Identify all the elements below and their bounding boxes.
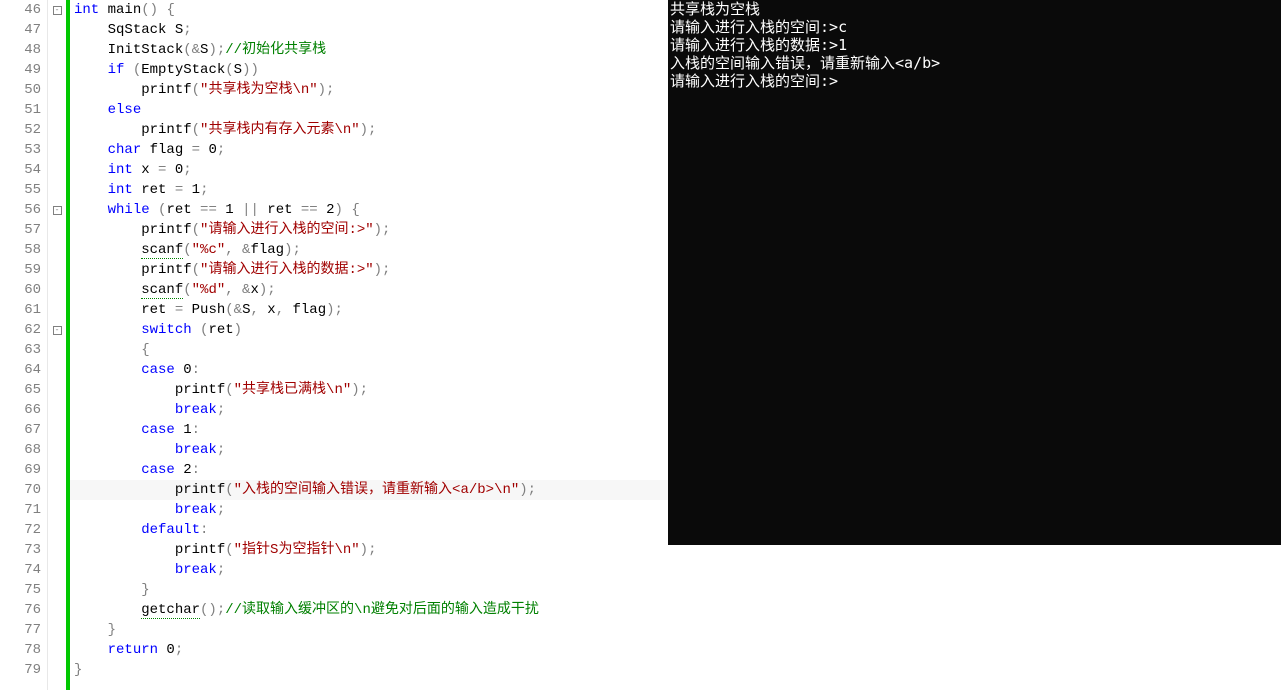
code-line[interactable]: printf("共享栈内有存入元素\n"); xyxy=(74,120,668,140)
code-line[interactable]: case 1: xyxy=(74,420,668,440)
code-line[interactable]: int ret = 1; xyxy=(74,180,668,200)
line-number: 74 xyxy=(0,560,41,580)
console-line: 入栈的空间输入错误，请重新输入<a/b> xyxy=(670,54,1279,72)
code-line[interactable]: getchar();//读取输入缓冲区的\n避免对后面的输入造成干扰 xyxy=(74,600,668,620)
fold-toggle-icon[interactable]: - xyxy=(53,6,62,15)
code-editor-pane[interactable]: 4647484950515253545556575859606162636465… xyxy=(0,0,668,690)
line-number: 57 xyxy=(0,220,41,240)
line-number: 52 xyxy=(0,120,41,140)
console-output[interactable]: 共享栈为空栈请输入进行入栈的空间:>c请输入进行入栈的数据:>1入栈的空间输入错… xyxy=(668,0,1281,545)
console-line: 请输入进行入栈的数据:>1 xyxy=(670,36,1279,54)
line-number: 66 xyxy=(0,400,41,420)
code-line[interactable]: } xyxy=(74,660,668,680)
code-line[interactable]: default: xyxy=(74,520,668,540)
code-line[interactable]: } xyxy=(74,620,668,640)
code-line[interactable]: printf("指针S为空指针\n"); xyxy=(74,540,668,560)
code-line[interactable]: } xyxy=(74,580,668,600)
code-line[interactable]: scanf("%c", &flag); xyxy=(74,240,668,260)
code-line[interactable]: printf("入栈的空间输入错误，请重新输入<a/b>\n"); xyxy=(70,480,668,500)
fold-toggle-icon[interactable]: - xyxy=(53,206,62,215)
code-line[interactable]: printf("请输入进行入栈的空间:>"); xyxy=(74,220,668,240)
line-number: 78 xyxy=(0,640,41,660)
fold-toggle-icon[interactable]: - xyxy=(53,326,62,335)
code-line[interactable]: printf("共享栈已满栈\n"); xyxy=(74,380,668,400)
code-line[interactable]: return 0; xyxy=(74,640,668,660)
code-line[interactable]: int main() { xyxy=(74,0,668,20)
code-line[interactable]: else xyxy=(74,100,668,120)
code-line[interactable]: ret = Push(&S, x, flag); xyxy=(74,300,668,320)
line-number: 59 xyxy=(0,260,41,280)
line-number-gutter: 4647484950515253545556575859606162636465… xyxy=(0,0,48,690)
line-number: 79 xyxy=(0,660,41,680)
line-number: 75 xyxy=(0,580,41,600)
line-number: 48 xyxy=(0,40,41,60)
line-number: 56 xyxy=(0,200,41,220)
code-line[interactable]: scanf("%d", &x); xyxy=(74,280,668,300)
code-line[interactable]: printf("共享栈为空栈\n"); xyxy=(74,80,668,100)
line-number: 62 xyxy=(0,320,41,340)
code-line[interactable]: while (ret == 1 || ret == 2) { xyxy=(74,200,668,220)
fold-column[interactable]: - - - xyxy=(48,0,66,690)
line-number: 71 xyxy=(0,500,41,520)
code-line[interactable]: int x = 0; xyxy=(74,160,668,180)
code-line[interactable]: break; xyxy=(74,500,668,520)
code-line[interactable]: if (EmptyStack(S)) xyxy=(74,60,668,80)
code-line[interactable]: break; xyxy=(74,400,668,420)
code-line[interactable]: break; xyxy=(74,560,668,580)
line-number: 70 xyxy=(0,480,41,500)
line-number: 55 xyxy=(0,180,41,200)
console-line: 请输入进行入栈的空间:>c xyxy=(670,18,1279,36)
line-number: 67 xyxy=(0,420,41,440)
code-line[interactable]: printf("请输入进行入栈的数据:>"); xyxy=(74,260,668,280)
line-number: 46 xyxy=(0,0,41,20)
line-number: 63 xyxy=(0,340,41,360)
line-number: 68 xyxy=(0,440,41,460)
line-number: 72 xyxy=(0,520,41,540)
line-number: 65 xyxy=(0,380,41,400)
code-line[interactable]: char flag = 0; xyxy=(74,140,668,160)
console-line: 请输入进行入栈的空间:> xyxy=(670,72,1279,90)
code-line[interactable]: break; xyxy=(74,440,668,460)
line-number: 51 xyxy=(0,100,41,120)
line-number: 64 xyxy=(0,360,41,380)
line-number: 60 xyxy=(0,280,41,300)
code-line[interactable]: { xyxy=(74,340,668,360)
line-number: 61 xyxy=(0,300,41,320)
line-number: 77 xyxy=(0,620,41,640)
line-number: 50 xyxy=(0,80,41,100)
line-number: 69 xyxy=(0,460,41,480)
line-number: 58 xyxy=(0,240,41,260)
line-number: 53 xyxy=(0,140,41,160)
code-line[interactable]: switch (ret) xyxy=(74,320,668,340)
console-line: 共享栈为空栈 xyxy=(670,0,1279,18)
code-line[interactable]: InitStack(&S);//初始化共享栈 xyxy=(74,40,668,60)
code-line[interactable]: case 2: xyxy=(74,460,668,480)
code-area[interactable]: int main() { SqStack S; InitStack(&S);//… xyxy=(70,0,668,690)
line-number: 76 xyxy=(0,600,41,620)
code-line[interactable]: case 0: xyxy=(74,360,668,380)
line-number: 47 xyxy=(0,20,41,40)
line-number: 49 xyxy=(0,60,41,80)
code-line[interactable]: SqStack S; xyxy=(74,20,668,40)
line-number: 54 xyxy=(0,160,41,180)
line-number: 73 xyxy=(0,540,41,560)
